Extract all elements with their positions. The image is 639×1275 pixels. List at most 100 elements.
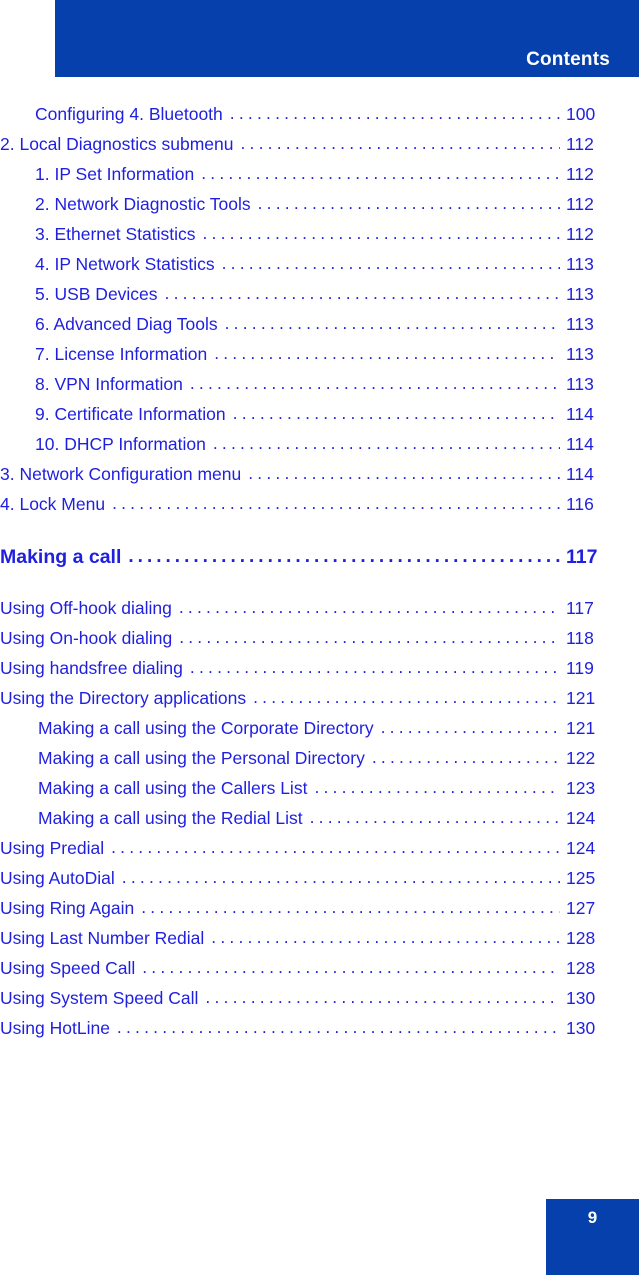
toc-entry[interactable]: 5. USB Devices..........................… — [0, 284, 639, 314]
toc-entry[interactable]: 2. Network Diagnostic Tools.............… — [0, 194, 639, 224]
toc-leader-dots: ........................................… — [189, 375, 560, 393]
toc-entry-page: 127 — [566, 898, 596, 918]
toc-leader-dots: ........................................… — [211, 929, 560, 947]
toc-leader-dots: ........................................… — [221, 255, 560, 273]
toc-entry[interactable]: 6. Advanced Diag Tools..................… — [0, 314, 639, 344]
toc-entry-page: 116 — [566, 494, 594, 514]
toc-leader-dots: ........................................… — [142, 959, 560, 977]
toc-entry-page: 112 — [566, 224, 594, 244]
toc-entry[interactable]: 10. DHCP Information....................… — [0, 434, 639, 464]
toc-entry[interactable]: 2. Local Diagnostics submenu............… — [0, 134, 639, 164]
toc-entry-page: 118 — [566, 628, 594, 648]
toc-entry-label: Configuring 4. Bluetooth — [35, 104, 223, 124]
toc-entry-label: Using the Directory applications — [0, 688, 247, 708]
toc-entry-label: Using handsfree dialing — [0, 658, 183, 678]
toc-entry[interactable]: 4. Lock Menu............................… — [0, 494, 639, 524]
toc-entry-label: Making a call — [0, 546, 122, 568]
toc-leader-dots: ........................................… — [111, 839, 560, 857]
toc-entry-page: 113 — [566, 254, 594, 274]
toc-entry-label: Using Off-hook dialing — [0, 598, 172, 618]
toc-entry-page: 128 — [566, 958, 596, 978]
toc-leader-dots: ........................................… — [248, 465, 560, 483]
toc-entry[interactable]: Making a call using the Callers List....… — [0, 778, 639, 808]
toc-entry-label: Making a call using the Callers List — [38, 778, 308, 798]
toc-entry-label: 5. USB Devices — [35, 284, 158, 304]
toc-entry-label: 3. Ethernet Statistics — [35, 224, 196, 244]
page-title: Contents — [526, 49, 610, 70]
toc-entry[interactable]: Using AutoDial..........................… — [0, 868, 639, 898]
toc-entry[interactable]: 4. IP Network Statistics................… — [0, 254, 639, 284]
toc-entry-label: Using System Speed Call — [0, 988, 199, 1008]
toc-entry[interactable]: Making a call using the Corporate Direct… — [0, 718, 639, 748]
toc-entry-page: 121 — [566, 718, 596, 738]
toc-entry[interactable]: Using Last Number Redial................… — [0, 928, 639, 958]
toc-entry-label: Making a call using the Corporate Direct… — [38, 718, 374, 738]
toc-entry-page: 119 — [566, 658, 594, 678]
toc-entry[interactable]: 1. IP Set Information...................… — [0, 164, 639, 194]
toc-leader-dots: ........................................… — [309, 809, 560, 827]
toc-entry[interactable]: 8. VPN Information......................… — [0, 374, 639, 404]
toc-entry-label: Using Predial — [0, 838, 105, 858]
toc-leader-dots: ........................................… — [201, 165, 560, 183]
toc-entry-page: 114 — [566, 404, 594, 424]
toc-entry-page: 125 — [566, 868, 596, 888]
toc-entry-page: 112 — [566, 194, 594, 214]
toc-entry-page: 117 — [566, 598, 594, 618]
toc-entry-page: 114 — [566, 434, 594, 454]
table-of-contents: Configuring 4. Bluetooth................… — [0, 104, 639, 1048]
toc-entry[interactable]: Making a call using the Redial List.....… — [0, 808, 639, 838]
toc-entry[interactable]: Making a call...........................… — [0, 546, 639, 576]
toc-leader-dots: ........................................… — [179, 629, 560, 647]
toc-entry-label: Making a call using the Redial List — [38, 808, 303, 828]
toc-entry-page: 113 — [566, 314, 594, 334]
toc-entry-page: 124 — [566, 808, 596, 828]
toc-entry[interactable]: 7. License Information..................… — [0, 344, 639, 374]
footer-page-box: 9 — [546, 1199, 639, 1275]
toc-leader-dots: ........................................… — [178, 599, 560, 617]
toc-entry[interactable]: Configuring 4. Bluetooth................… — [0, 104, 639, 134]
toc-entry[interactable]: Using HotLine...........................… — [0, 1018, 639, 1048]
toc-entry-page: 113 — [566, 284, 594, 304]
page-number: 9 — [587, 1208, 598, 1227]
toc-entry-label: 9. Certificate Information — [35, 404, 226, 424]
toc-entry-page: 130 — [566, 1018, 596, 1038]
toc-entry-label: Using On-hook dialing — [0, 628, 173, 648]
toc-entry[interactable]: Using On-hook dialing...................… — [0, 628, 639, 658]
toc-leader-dots: ........................................… — [121, 869, 560, 887]
toc-entry-page: 130 — [566, 988, 596, 1008]
toc-entry-label: Making a call using the Personal Directo… — [38, 748, 365, 768]
toc-entry-label: 1. IP Set Information — [35, 164, 195, 184]
toc-entry[interactable]: Using Speed Call........................… — [0, 958, 639, 988]
toc-entry-page: 114 — [566, 464, 594, 484]
toc-entry-page: 117 — [566, 546, 598, 568]
toc-entry[interactable]: 3. Network Configuration menu...........… — [0, 464, 639, 494]
toc-entry[interactable]: Using handsfree dialing.................… — [0, 658, 639, 688]
toc-leader-dots: ........................................… — [380, 719, 560, 737]
toc-entry[interactable]: Using Predial...........................… — [0, 838, 639, 868]
toc-entry-page: 113 — [566, 344, 594, 364]
toc-entry-page: 122 — [566, 748, 596, 768]
toc-entry[interactable]: Making a call using the Personal Directo… — [0, 748, 639, 778]
toc-entry[interactable]: Using the Directory applications........… — [0, 688, 639, 718]
toc-entry-label: 7. License Information — [35, 344, 208, 364]
toc-entry[interactable]: Using Ring Again........................… — [0, 898, 639, 928]
toc-leader-dots: ........................................… — [141, 899, 560, 917]
toc-leader-dots: ........................................… — [257, 195, 560, 213]
toc-entry-label: 2. Local Diagnostics submenu — [0, 134, 234, 154]
toc-entry-label: 4. Lock Menu — [0, 494, 106, 514]
toc-leader-dots: ........................................… — [232, 405, 560, 423]
toc-leader-dots: ........................................… — [314, 779, 560, 797]
toc-leader-dots: ........................................… — [224, 315, 560, 333]
toc-leader-dots: ........................................… — [112, 495, 560, 513]
toc-entry[interactable]: 9. Certificate Information..............… — [0, 404, 639, 434]
toc-entry-page: 123 — [566, 778, 596, 798]
toc-entry-label: 10. DHCP Information — [35, 434, 206, 454]
toc-leader-dots: ........................................… — [116, 1019, 560, 1037]
toc-entry-label: 4. IP Network Statistics — [35, 254, 215, 274]
toc-leader-dots: ........................................… — [128, 547, 560, 566]
toc-entry[interactable]: Using System Speed Call.................… — [0, 988, 639, 1018]
toc-entry-label: Using AutoDial — [0, 868, 115, 888]
toc-entry[interactable]: 3. Ethernet Statistics..................… — [0, 224, 639, 254]
toc-entry-page: 128 — [566, 928, 596, 948]
toc-entry[interactable]: Using Off-hook dialing..................… — [0, 598, 639, 628]
